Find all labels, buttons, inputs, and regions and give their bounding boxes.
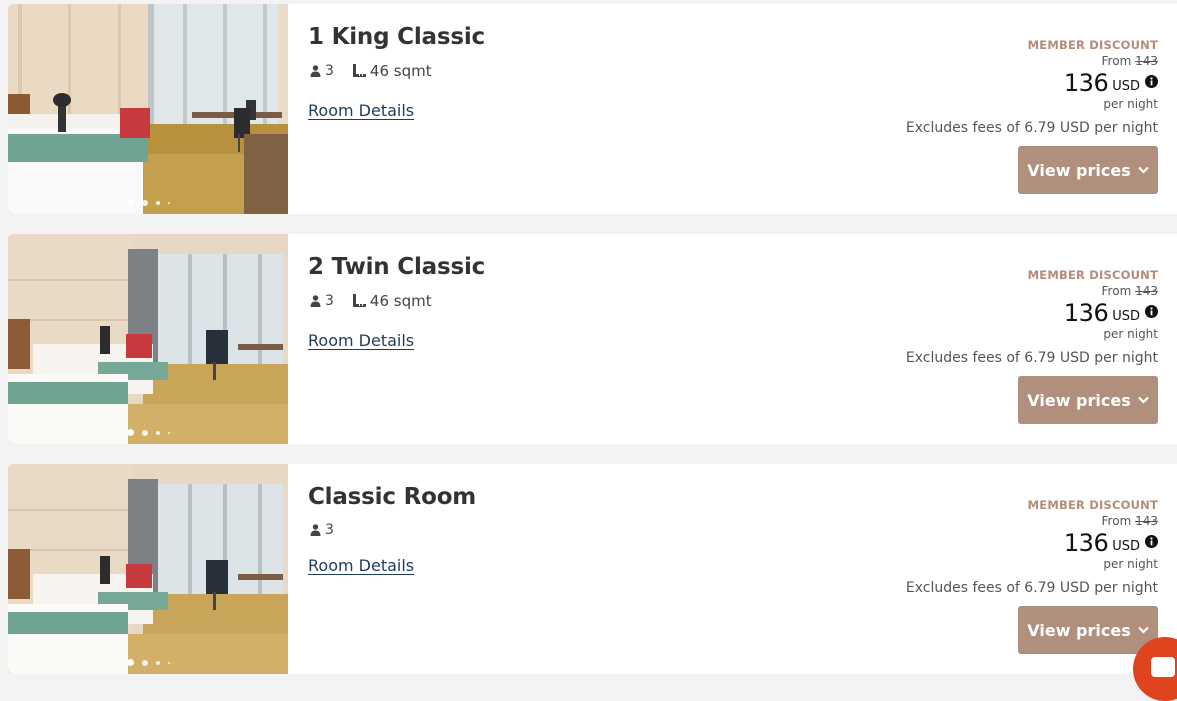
from-price: From 143 (1028, 54, 1158, 68)
view-prices-button[interactable]: View prices (1018, 146, 1158, 194)
ruler-square-icon (352, 294, 366, 307)
carousel-dot[interactable] (167, 431, 170, 434)
from-label: From (1101, 284, 1132, 298)
original-price: 143 (1135, 54, 1158, 68)
area-spec: 46 sqmt (352, 292, 432, 310)
carousel-dot[interactable] (155, 660, 160, 665)
price-row: 136 USD (1028, 299, 1158, 327)
fees-note: Excludes fees of 6.79 USD per night (905, 120, 1158, 136)
person-icon (310, 295, 321, 307)
original-price: 143 (1135, 514, 1158, 528)
room-specs: 3 46 sqmt (310, 62, 450, 80)
price-row: 136 USD (1028, 529, 1158, 557)
room-card: Classic Room 3 Room Details MEMBER DISCO… (8, 464, 1177, 674)
room-title: 2 Twin Classic (308, 254, 486, 280)
member-discount-label: MEMBER DISCOUNT (1027, 268, 1158, 282)
guests-count: 3 (325, 63, 334, 79)
area-spec: 46 sqmt (352, 62, 432, 80)
info-circle-icon[interactable] (1145, 74, 1158, 88)
guests-spec: 3 (310, 293, 334, 309)
view-prices-label: View prices (1027, 160, 1131, 180)
chevron-down-icon (1137, 396, 1149, 404)
room-details-link[interactable]: Room Details (308, 101, 414, 120)
room-specs: 3 (310, 522, 352, 538)
guests-count: 3 (325, 293, 334, 309)
per-night-label: per night (1103, 97, 1158, 111)
member-discount-label: MEMBER DISCOUNT (1027, 38, 1158, 52)
from-price: From 143 (1028, 284, 1158, 298)
room-title: 1 King Classic (308, 24, 485, 50)
room-card: 1 King Classic 3 46 sqmt Room Details ME… (8, 4, 1177, 214)
carousel-dot[interactable] (126, 199, 134, 206)
room-photo (8, 234, 288, 444)
carousel-dot[interactable] (141, 429, 148, 436)
original-price: 143 (1135, 284, 1158, 298)
price-value: 136 (1063, 529, 1109, 557)
member-discount-label: MEMBER DISCOUNT (1027, 498, 1158, 512)
carousel-dot[interactable] (141, 199, 148, 206)
guests-spec: 3 (310, 63, 334, 79)
area-value: 46 sqmt (369, 62, 432, 80)
per-night-label: per night (1103, 327, 1158, 341)
price-value: 136 (1063, 69, 1109, 97)
fees-note: Excludes fees of 6.79 USD per night (905, 350, 1158, 366)
person-icon (310, 524, 321, 536)
carousel-dot[interactable] (141, 659, 148, 666)
view-prices-button[interactable]: View prices (1018, 606, 1158, 654)
chat-bubble-icon (1151, 657, 1175, 677)
from-label: From (1101, 514, 1132, 528)
room-title: Classic Room (308, 484, 477, 510)
info-circle-icon[interactable] (1145, 304, 1158, 318)
room-specs: 3 46 sqmt (310, 292, 450, 310)
carousel-dot[interactable] (167, 661, 170, 664)
currency: USD (1112, 539, 1140, 554)
rate-block: MEMBER DISCOUNT From 143 136 USD per nig… (1028, 268, 1158, 341)
carousel-dot[interactable] (167, 201, 170, 204)
room-photo (8, 4, 288, 214)
room-photo-carousel[interactable] (8, 4, 288, 214)
carousel-dot[interactable] (126, 429, 134, 436)
currency: USD (1112, 79, 1140, 94)
ruler-square-icon (352, 64, 366, 77)
room-photo-carousel[interactable] (8, 464, 288, 674)
info-circle-icon[interactable] (1145, 534, 1158, 548)
price-value: 136 (1063, 299, 1109, 327)
carousel-dots (8, 659, 288, 666)
price-row: 136 USD (1028, 69, 1158, 97)
room-details-link[interactable]: Room Details (308, 556, 414, 575)
chevron-down-icon (1137, 626, 1149, 634)
room-photo (8, 464, 288, 674)
view-prices-button[interactable]: View prices (1018, 376, 1158, 424)
carousel-dots (8, 429, 288, 436)
carousel-dot[interactable] (155, 200, 160, 205)
room-photo-carousel[interactable] (8, 234, 288, 444)
carousel-dots (8, 199, 288, 206)
fees-note: Excludes fees of 6.79 USD per night (905, 580, 1158, 596)
person-icon (310, 65, 321, 77)
area-value: 46 sqmt (369, 292, 432, 310)
per-night-label: per night (1103, 557, 1158, 571)
view-prices-label: View prices (1027, 390, 1131, 410)
rate-block: MEMBER DISCOUNT From 143 136 USD per nig… (1028, 498, 1158, 571)
guests-spec: 3 (310, 522, 334, 538)
rate-block: MEMBER DISCOUNT From 143 136 USD per nig… (1028, 38, 1158, 111)
carousel-dot[interactable] (126, 659, 134, 666)
guests-count: 3 (325, 522, 334, 538)
room-details-link[interactable]: Room Details (308, 331, 414, 350)
from-price: From 143 (1028, 514, 1158, 528)
view-prices-label: View prices (1027, 620, 1131, 640)
from-label: From (1101, 54, 1132, 68)
currency: USD (1112, 309, 1140, 324)
carousel-dot[interactable] (155, 430, 160, 435)
chevron-down-icon (1137, 166, 1149, 174)
room-card: 2 Twin Classic 3 46 sqmt Room Details ME… (8, 234, 1177, 444)
